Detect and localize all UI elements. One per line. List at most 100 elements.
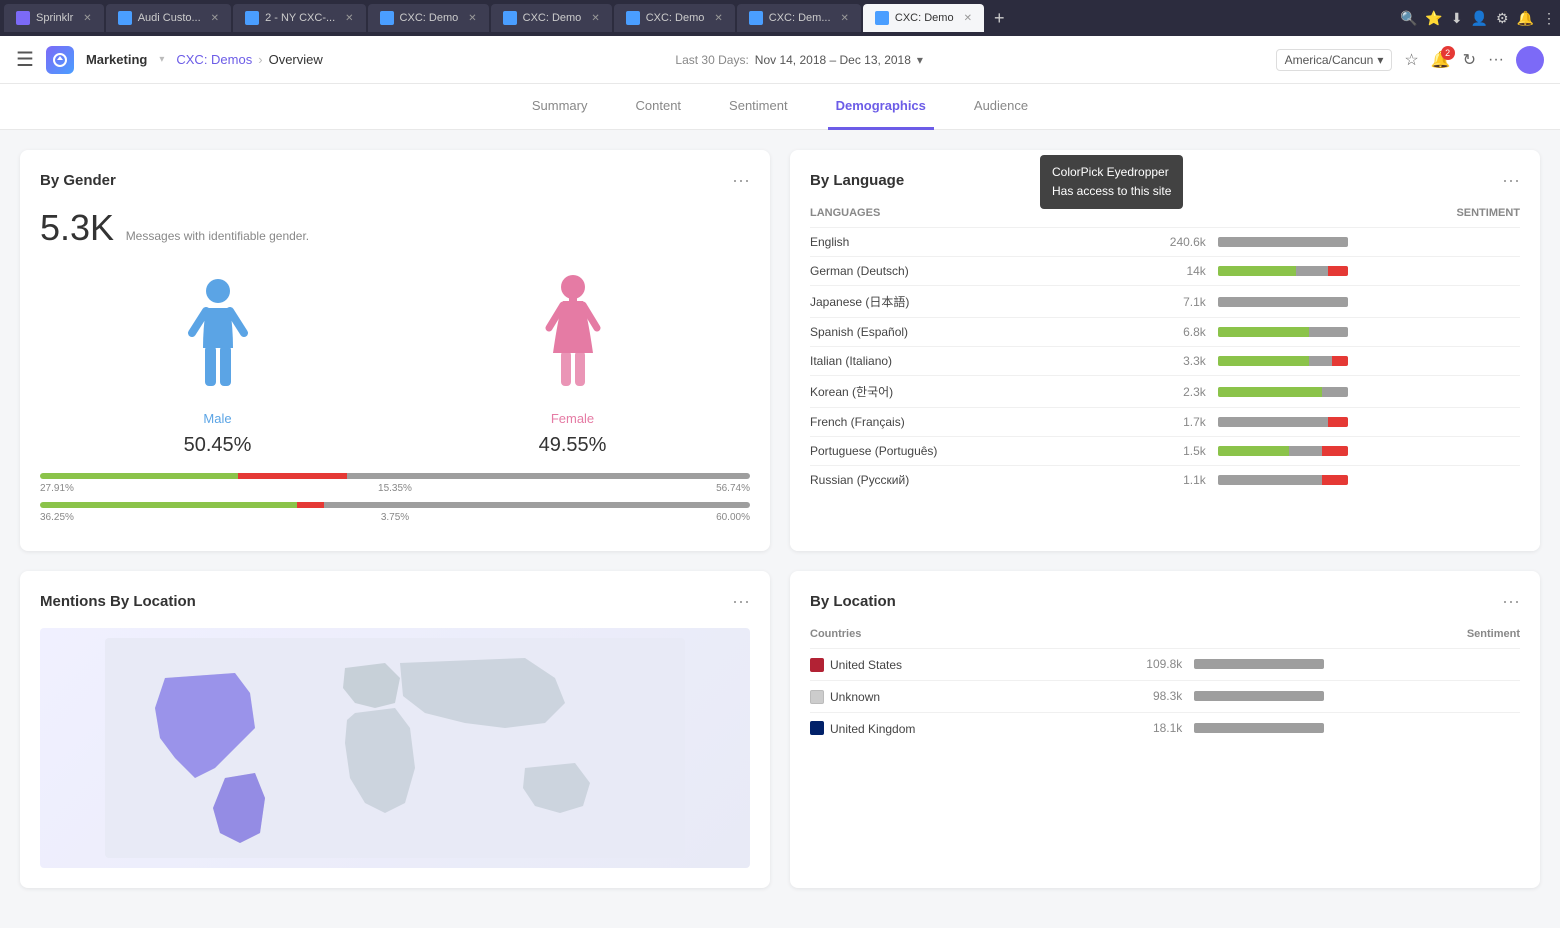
favicon-cxc5 — [875, 11, 889, 25]
tab-label-cxc5: CXC: Demo — [895, 12, 954, 24]
countries-table: Countries Sentiment United States109.8kU… — [810, 628, 1520, 743]
tab-summary[interactable]: Summary — [524, 84, 596, 130]
tab-sentiment[interactable]: Sentiment — [721, 84, 796, 130]
refresh-icon[interactable]: ↻ — [1463, 50, 1476, 70]
language-sentiment-bar — [1218, 228, 1520, 257]
male-neutral-label: 56.74% — [716, 483, 750, 494]
notification-browser-icon[interactable]: 🔔 — [1517, 10, 1534, 27]
country-sentiment-bar — [1194, 649, 1520, 681]
chevron-down-icon: ▾ — [159, 54, 164, 65]
lang-green-segment — [1218, 387, 1322, 397]
flag-us-icon — [810, 658, 824, 672]
tab-close-cxc1[interactable]: ✕ — [468, 13, 476, 24]
scroll-fade-language — [790, 521, 1540, 551]
by-gender-menu-icon[interactable]: ··· — [732, 170, 750, 191]
user-avatar[interactable] — [1516, 46, 1544, 74]
language-count: 2.3k — [1106, 376, 1218, 408]
app-name[interactable]: Marketing — [86, 52, 147, 67]
language-count: 1.7k — [1106, 408, 1218, 437]
language-table: Languages Sentiment English240.6kGerman … — [810, 207, 1520, 494]
country-name-cell: United States — [810, 649, 1074, 681]
tab-close-cxc2[interactable]: ✕ — [591, 13, 599, 24]
date-range-selector[interactable]: Last 30 Days: Nov 14, 2018 – Dec 13, 201… — [675, 53, 923, 67]
by-language-menu-icon[interactable]: ··· — [1502, 170, 1520, 191]
flag-unknown-icon — [810, 690, 824, 704]
male-bar-labels: 27.91% 15.35% 56.74% — [40, 483, 750, 494]
lang-red-segment — [1322, 446, 1348, 456]
tab-close-ny[interactable]: ✕ — [345, 13, 353, 24]
country-count: 18.1k — [1074, 712, 1194, 743]
tab-label-sprinklr: Sprinklr — [36, 12, 73, 24]
by-location-card: By Location ··· Countries Sentiment Unit… — [790, 571, 1540, 888]
by-language-title: By Language — [810, 172, 904, 189]
lang-green-segment — [1218, 446, 1290, 456]
lang-green-segment — [1218, 356, 1309, 366]
tab-cxc5-active[interactable]: CXC: Demo ✕ — [863, 4, 984, 32]
tab-cxc3[interactable]: CXC: Demo ✕ — [614, 4, 735, 32]
language-name: Portuguese (Português) — [810, 437, 1106, 466]
country-gray-segment — [1194, 723, 1324, 733]
notification-icon[interactable]: 🔔 2 — [1431, 50, 1451, 70]
timezone-label: America/Cancun — [1285, 53, 1374, 67]
by-language-header: By Language ··· — [810, 170, 1520, 191]
tab-cxc2[interactable]: CXC: Demo ✕ — [491, 4, 612, 32]
tab-audi[interactable]: Audi Custo... ✕ — [106, 4, 231, 32]
tab-close-cxc4[interactable]: ✕ — [841, 13, 849, 24]
lang-gray-segment — [1289, 446, 1322, 456]
tab-audience[interactable]: Audience — [966, 84, 1036, 130]
tab-close-cxc5[interactable]: ✕ — [964, 13, 972, 24]
by-location-title: By Location — [810, 593, 896, 610]
tab-close-cxc3[interactable]: ✕ — [714, 13, 722, 24]
female-label: Female — [551, 411, 594, 426]
language-name: Japanese (日本語) — [810, 286, 1106, 318]
search-icon[interactable]: 🔍 — [1400, 10, 1417, 27]
settings-icon[interactable]: ⚙ — [1496, 10, 1509, 27]
lang-gray-segment — [1218, 417, 1329, 427]
tab-cxc4[interactable]: CXC: Dem... ✕ — [737, 4, 861, 32]
tab-content[interactable]: Content — [628, 84, 690, 130]
tab-cxc1[interactable]: CXC: Demo ✕ — [368, 4, 489, 32]
language-count: 7.1k — [1106, 286, 1218, 318]
lang-red-segment — [1332, 356, 1348, 366]
breadcrumb: CXC: Demos › Overview — [176, 52, 322, 67]
female-figure: Female 49.55% — [533, 273, 613, 457]
bookmark-icon[interactable]: ⭐ — [1425, 10, 1442, 27]
tab-sprinklr[interactable]: Sprinklr ✕ — [4, 4, 104, 32]
world-map — [40, 628, 750, 868]
flag-uk-icon — [810, 721, 824, 735]
female-percentage: 49.55% — [539, 434, 607, 457]
new-tab-button[interactable]: + — [986, 8, 1013, 29]
download-icon[interactable]: ⬇ — [1451, 10, 1463, 27]
language-count: 1.1k — [1106, 466, 1218, 495]
mentions-location-menu-icon[interactable]: ··· — [732, 591, 750, 612]
gender-count: 5.3K — [40, 207, 114, 249]
language-sentiment-bar — [1218, 437, 1520, 466]
lang-gray-segment — [1296, 266, 1329, 276]
hamburger-menu[interactable]: ☰ — [16, 47, 34, 72]
breadcrumb-root[interactable]: CXC: Demos — [176, 52, 252, 67]
apps-browser-icon[interactable]: ⋮ — [1542, 10, 1556, 27]
language-row: Korean (한국어)2.3k — [810, 376, 1520, 408]
more-options-icon[interactable]: ··· — [1488, 51, 1504, 69]
tab-close-sprinklr[interactable]: ✕ — [83, 13, 91, 24]
profile-icon[interactable]: 👤 — [1471, 10, 1488, 27]
header-right: America/Cancun ▾ ☆ 🔔 2 ↻ ··· — [1276, 46, 1544, 74]
favicon-sprinklr — [16, 11, 30, 25]
female-bar-track — [40, 502, 750, 508]
favicon-ny — [245, 11, 259, 25]
tab-demographics[interactable]: Demographics — [828, 84, 934, 130]
star-icon[interactable]: ☆ — [1404, 50, 1418, 70]
lang-gray-segment — [1218, 297, 1348, 307]
lang-gray-segment — [1218, 475, 1322, 485]
language-name: Russian (Русский) — [810, 466, 1106, 495]
language-count: 3.3k — [1106, 347, 1218, 376]
lang-gray-segment — [1218, 237, 1348, 247]
timezone-selector[interactable]: America/Cancun ▾ — [1276, 49, 1393, 71]
country-row: United Kingdom18.1k — [810, 712, 1520, 743]
language-count: 240.6k — [1106, 228, 1218, 257]
by-location-menu-icon[interactable]: ··· — [1502, 591, 1520, 612]
tab-close-audi[interactable]: ✕ — [211, 13, 219, 24]
lang-red-segment — [1328, 417, 1348, 427]
tab-ny[interactable]: 2 - NY CXC-... ✕ — [233, 4, 365, 32]
gender-bars: 27.91% 15.35% 56.74% 36.25% 3.75% 60.00% — [40, 473, 750, 523]
